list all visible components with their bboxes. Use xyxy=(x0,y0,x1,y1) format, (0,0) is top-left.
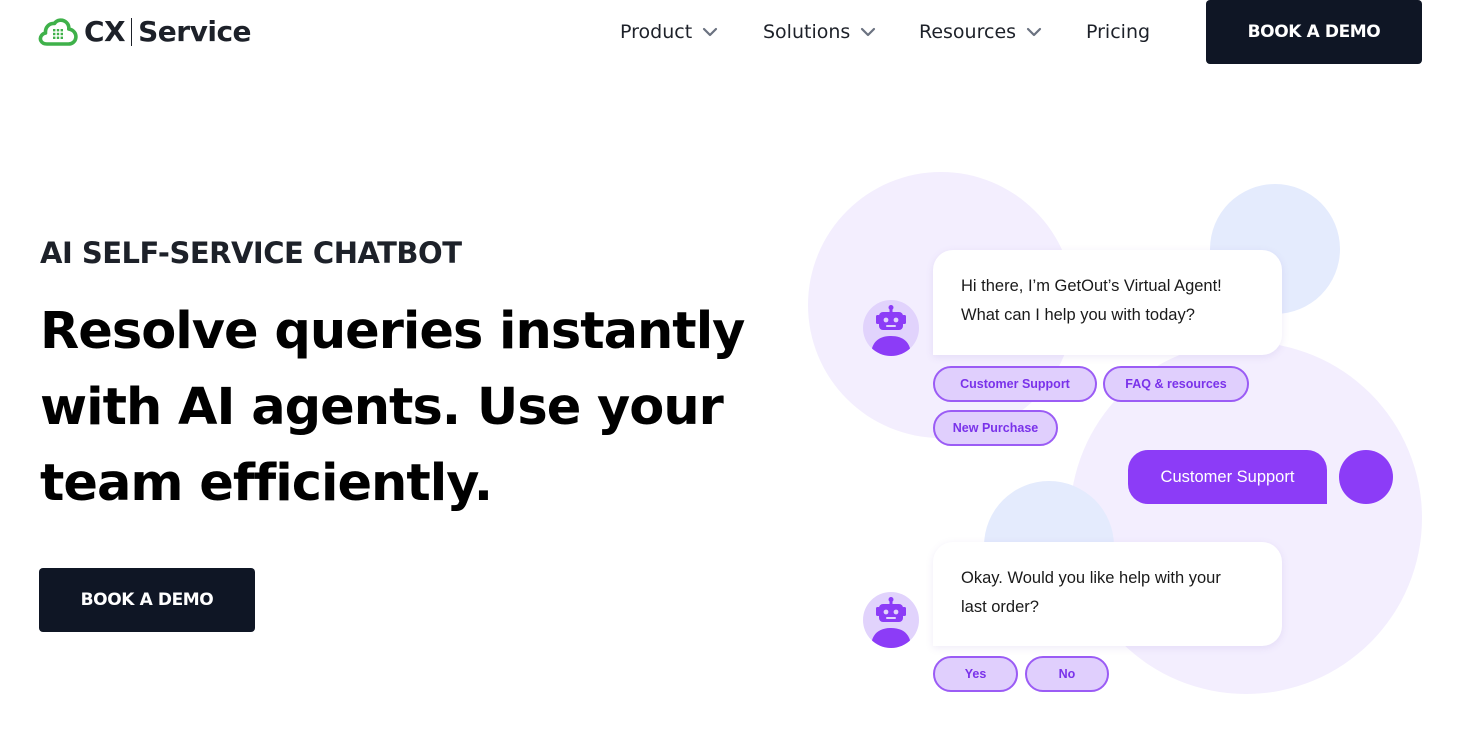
logo[interactable]: CX Service xyxy=(38,14,252,50)
user-avatar xyxy=(1339,450,1393,504)
logo-text-left: CX xyxy=(84,15,126,48)
cloud-grid-icon xyxy=(38,18,78,46)
nav-item-pricing[interactable]: Pricing xyxy=(1086,14,1150,50)
bot-avatar xyxy=(863,300,919,356)
chevron-down-icon xyxy=(1026,27,1042,37)
nav-label-resources: Resources xyxy=(919,21,1017,43)
page: CX Service Product Solutions Resources P… xyxy=(0,0,1471,743)
logo-wordmark: CX Service xyxy=(84,15,252,48)
user-message-bubble: Customer Support xyxy=(1128,450,1327,504)
logo-text-right: Service xyxy=(138,15,252,48)
option-new-purchase[interactable]: New Purchase xyxy=(933,410,1058,446)
nav-label-solutions: Solutions xyxy=(763,21,851,43)
logo-divider xyxy=(131,18,133,46)
option-faq-resources[interactable]: FAQ & resources xyxy=(1103,366,1249,402)
robot-icon xyxy=(871,597,911,648)
option-customer-support[interactable]: Customer Support xyxy=(933,366,1097,402)
option-no[interactable]: No xyxy=(1025,656,1109,692)
nav-label-product: Product xyxy=(620,21,693,43)
nav-item-resources[interactable]: Resources xyxy=(919,14,1042,50)
headline-line-3: team efficiently. xyxy=(40,454,493,513)
hero-headline: Resolve queries instantly with AI agents… xyxy=(40,294,800,522)
bot-message-line: last order? xyxy=(961,598,1039,616)
bot-message-bubble: Okay. Would you like help with your last… xyxy=(933,542,1282,646)
hero-eyebrow: AI SELF-SERVICE CHATBOT xyxy=(40,236,462,270)
bot-message-line: Okay. Would you like help with your xyxy=(961,569,1221,587)
chevron-down-icon xyxy=(861,27,876,37)
book-demo-hero-button[interactable]: BOOK A DEMO xyxy=(39,568,255,632)
bot-message-line: Hi there, I’m GetOut’s Virtual Agent! xyxy=(961,277,1222,295)
headline-line-2: with AI agents. Use your xyxy=(40,378,724,437)
chevron-down-icon xyxy=(703,27,718,37)
bot-avatar xyxy=(863,592,919,648)
robot-icon xyxy=(871,305,911,356)
headline-line-1: Resolve queries instantly xyxy=(40,302,745,361)
nav-label-pricing: Pricing xyxy=(1086,21,1151,43)
bot-message-line: What can I help you with today? xyxy=(961,306,1195,324)
option-yes[interactable]: Yes xyxy=(933,656,1018,692)
nav-item-solutions[interactable]: Solutions xyxy=(763,14,876,50)
book-demo-header-button[interactable]: BOOK A DEMO xyxy=(1206,0,1422,64)
bot-message-bubble: Hi there, I’m GetOut’s Virtual Agent! Wh… xyxy=(933,250,1282,355)
nav-item-product[interactable]: Product xyxy=(620,14,718,50)
